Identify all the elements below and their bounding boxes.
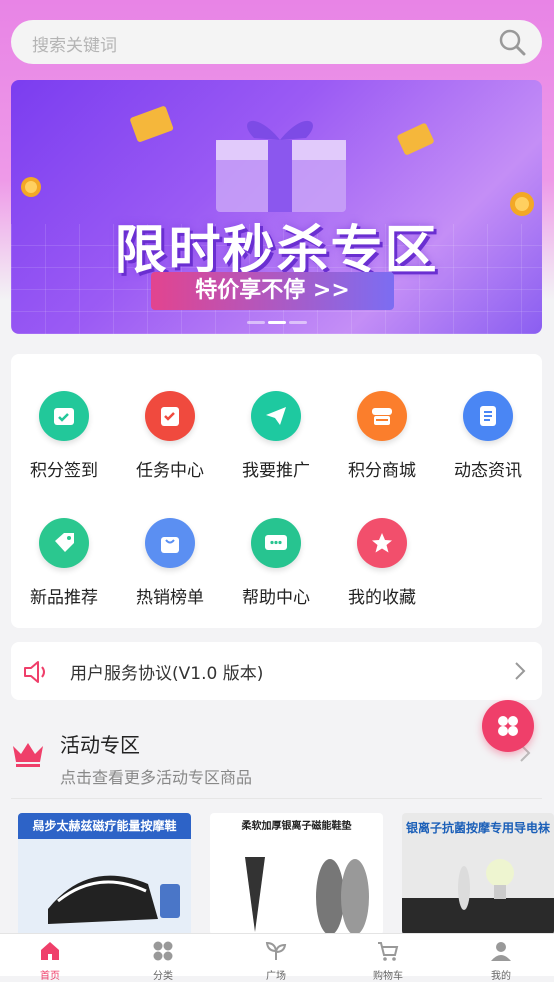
menu-item-label: 积分商城: [348, 461, 416, 481]
product-title: 银离子抗菌按摩专用导电袜: [405, 821, 550, 835]
menu-item-new-arrivals[interactable]: 新品推荐: [11, 518, 117, 608]
product-image: [245, 857, 369, 935]
divider: [11, 798, 542, 799]
banner-subtitle-button[interactable]: 特价享不停 >>: [151, 272, 394, 310]
menu-item-label: 任务中心: [136, 461, 204, 481]
service-agreement-notice[interactable]: 用户服务协议(V1.0 版本): [11, 642, 542, 700]
search-bar[interactable]: 搜索关键词: [11, 20, 542, 64]
new-tag-icon: [39, 518, 89, 568]
product-card[interactable]: 舄步太赫兹磁疗能量按摩鞋: [18, 813, 191, 935]
product-image: [402, 859, 554, 935]
product-title: 舄步太赫兹磁疗能量按摩鞋: [18, 813, 191, 839]
menu-item-label: 热销榜单: [136, 588, 204, 608]
cart-icon: [378, 942, 399, 961]
service-agreement-text: 用户服务协议(V1.0 版本): [70, 664, 264, 684]
menu-item-news[interactable]: 动态资讯: [435, 391, 541, 481]
home-icon: [41, 942, 59, 960]
news-icon: [463, 391, 513, 441]
menu-item-task-center[interactable]: 任务中心: [117, 391, 223, 481]
search-icon[interactable]: [498, 28, 526, 56]
menu-item-label: 帮助中心: [242, 588, 310, 608]
menu-item-label: 积分签到: [30, 461, 98, 481]
star-icon: [357, 518, 407, 568]
coupon-icon: [130, 106, 174, 142]
grid-icon: [153, 941, 173, 961]
shopping-bag-icon: [145, 518, 195, 568]
chat-bubble-icon: [251, 518, 301, 568]
floating-menu-button[interactable]: [482, 700, 534, 752]
menu-item-help-center[interactable]: 帮助中心: [223, 518, 329, 608]
speaker-icon: [24, 661, 45, 683]
product-title: 柔软加厚银离子磁能鞋垫: [241, 821, 352, 832]
paper-plane-icon: [251, 391, 301, 441]
product-card[interactable]: 银离子抗菌按摩专用导电袜: [402, 813, 554, 935]
menu-item-points-checkin[interactable]: 积分签到: [11, 391, 117, 481]
coin-icon: [21, 177, 41, 197]
store-icon: [357, 391, 407, 441]
menu-item-label: 我的收藏: [348, 588, 416, 608]
activity-section-header[interactable]: 活动专区 点击查看更多活动专区商品: [0, 712, 554, 802]
feature-menu: 积分签到 任务中心 我要推广 积分商城 动态资讯 新品推荐 热销榜单 帮助中心 …: [11, 354, 542, 628]
menu-item-label: 动态资讯: [454, 461, 522, 481]
carousel-indicator: [247, 321, 307, 324]
menu-item-label: 新品推荐: [30, 588, 98, 608]
flash-sale-banner[interactable]: 限时秒杀专区 特价享不停 >>: [11, 80, 542, 334]
bottom-tab-bar: 首页 分类 广场 购物车 我的: [0, 933, 554, 982]
sprout-icon: [265, 941, 287, 960]
chevron-right-icon: [515, 662, 526, 680]
menu-item-points-mall[interactable]: 积分商城: [329, 391, 435, 481]
menu-item-promote[interactable]: 我要推广: [223, 391, 329, 481]
menu-item-bestsellers[interactable]: 热销榜单: [117, 518, 223, 608]
task-clipboard-icon: [145, 391, 195, 441]
coupon-icon: [397, 123, 434, 155]
product-image: [18, 839, 191, 935]
activity-title: 活动专区: [60, 733, 140, 757]
calendar-check-icon: [39, 391, 89, 441]
product-card[interactable]: 柔软加厚银离子磁能鞋垫: [210, 813, 383, 935]
crown-icon: [13, 743, 43, 767]
search-placeholder: 搜索关键词: [32, 36, 117, 56]
four-dots-icon: [498, 716, 518, 736]
user-icon: [491, 942, 511, 961]
menu-item-label: 我要推广: [242, 461, 310, 481]
gift-box-icon: [216, 120, 346, 212]
activity-subtitle: 点击查看更多活动专区商品: [60, 768, 253, 787]
menu-item-favorites[interactable]: 我的收藏: [329, 518, 435, 608]
